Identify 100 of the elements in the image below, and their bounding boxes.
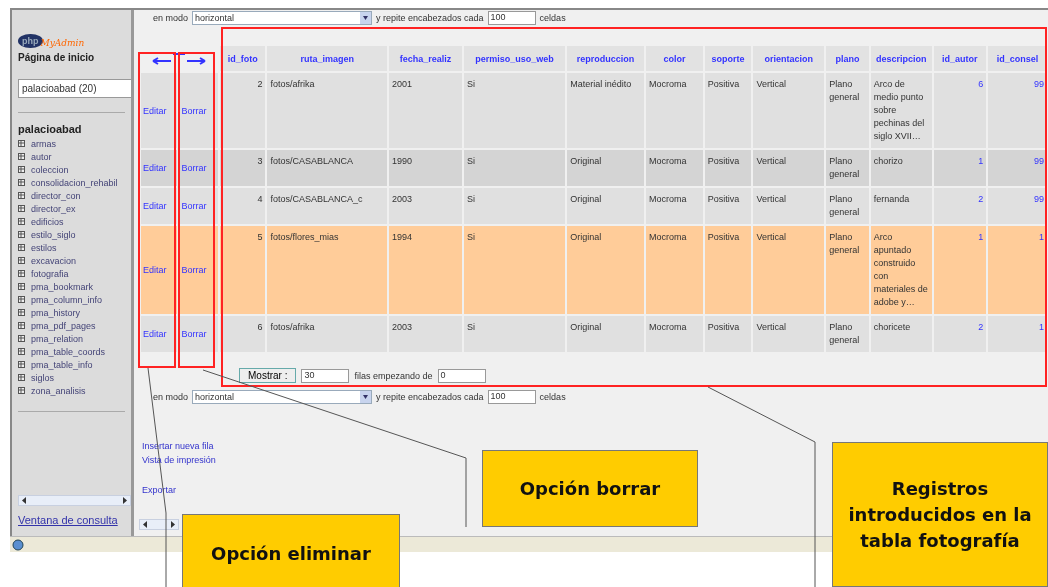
table-link[interactable]: estilo_siglo: [31, 229, 76, 240]
table-cell-link[interactable]: 1: [1039, 322, 1044, 332]
table-cell-link[interactable]: 6: [978, 79, 984, 89]
rows-input[interactable]: 30: [301, 368, 350, 383]
show-button[interactable]: Mostrar :: [239, 368, 297, 383]
table-cell: Positiva: [704, 226, 752, 314]
table-icon[interactable]: [18, 322, 25, 329]
table-icon[interactable]: [18, 166, 25, 173]
table-link[interactable]: director_con: [31, 190, 81, 201]
table-link[interactable]: director_ex: [31, 203, 76, 214]
database-select[interactable]: palacioabad (20): [18, 79, 131, 98]
table-icon[interactable]: [18, 218, 25, 225]
table-link[interactable]: armas: [31, 138, 56, 149]
column-header[interactable]: id_autor: [933, 46, 987, 71]
column-header[interactable]: ruta_imagen: [267, 46, 387, 71]
table-cell: 5: [219, 226, 266, 314]
action-link[interactable]: Insertar nueva fila: [142, 439, 214, 453]
table-icon[interactable]: [18, 374, 25, 381]
table-link[interactable]: siglos: [31, 372, 54, 383]
column-header[interactable]: id_consel: [988, 46, 1047, 71]
table-icon[interactable]: [18, 348, 25, 355]
table-cell-link[interactable]: 99: [1034, 194, 1044, 204]
table-icon[interactable]: [18, 153, 25, 160]
column-header[interactable]: permiso_uso_web: [463, 46, 566, 71]
table-cell-link[interactable]: 2: [978, 322, 984, 332]
table-cell: fotos/afrika: [267, 73, 387, 148]
table-cell-link[interactable]: 99: [1034, 79, 1044, 89]
scroll-right-icon[interactable]: [170, 521, 176, 528]
column-header[interactable]: reproduccion: [567, 46, 645, 71]
home-page-title[interactable]: Página de inicio: [18, 52, 131, 63]
table-icon[interactable]: [18, 361, 25, 368]
table-icon[interactable]: [18, 179, 25, 186]
table-cell: Plano general: [826, 226, 869, 314]
table-icon[interactable]: [18, 335, 25, 342]
column-header[interactable]: orientacion: [753, 46, 825, 71]
table-icon[interactable]: [18, 309, 25, 316]
scroll-right-icon[interactable]: [122, 497, 128, 504]
column-header[interactable]: descripcion: [870, 46, 932, 71]
table-cell-link[interactable]: 99: [1034, 156, 1044, 166]
column-header[interactable]: soporte: [704, 46, 752, 71]
start-input[interactable]: 0: [437, 368, 486, 383]
edit-link[interactable]: Editar: [143, 265, 167, 275]
table-icon[interactable]: [18, 283, 25, 290]
table-link[interactable]: excavacion: [31, 255, 77, 266]
mode-select[interactable]: horizontal: [192, 390, 373, 404]
delete-link[interactable]: Borrar: [181, 105, 207, 116]
delete-link[interactable]: Borrar: [181, 265, 207, 275]
table-icon[interactable]: [18, 270, 25, 277]
table-icon[interactable]: [18, 192, 25, 199]
column-header[interactable]: fecha_realiz: [388, 46, 462, 71]
edit-link[interactable]: Editar: [143, 201, 167, 211]
table-cell: Original: [567, 188, 645, 224]
table-cell-link[interactable]: 1: [978, 232, 984, 242]
scroll-left-icon[interactable]: [142, 521, 148, 528]
column-header[interactable]: id_foto: [219, 46, 266, 71]
column-header[interactable]: plano: [826, 46, 869, 71]
column-header[interactable]: color: [646, 46, 703, 71]
table-icon[interactable]: [18, 387, 25, 394]
delete-link[interactable]: Borrar: [181, 329, 207, 339]
table-link[interactable]: pma_history: [31, 307, 81, 318]
delete-link[interactable]: Borrar: [181, 163, 207, 173]
table-link[interactable]: consolidacion_rehabil: [31, 177, 118, 188]
table-cell: Original: [567, 226, 645, 314]
scroll-left-icon[interactable]: [21, 497, 27, 504]
table-link[interactable]: pma_pdf_pages: [31, 320, 96, 331]
table-icon[interactable]: [18, 205, 25, 212]
cells-label: celdas: [539, 392, 566, 402]
table-icon[interactable]: [18, 296, 25, 303]
table-cell-link[interactable]: 1: [978, 156, 984, 166]
table-link[interactable]: edificios: [31, 216, 64, 227]
table-link[interactable]: fotografia: [31, 268, 69, 279]
table-link[interactable]: pma_bookmark: [31, 281, 94, 292]
horizontal-scrollbar[interactable]: [18, 495, 131, 506]
table-cell: Si: [463, 188, 566, 224]
repeat-input[interactable]: 100: [487, 11, 536, 25]
table-link[interactable]: coleccion: [31, 164, 69, 175]
table-link[interactable]: autor: [31, 151, 52, 162]
table-cell-link[interactable]: 2: [978, 194, 984, 204]
edit-link[interactable]: Editar: [143, 105, 167, 116]
table-link[interactable]: pma_column_info: [31, 294, 103, 305]
table-cell: 3: [219, 150, 266, 186]
table-link[interactable]: estilos: [31, 242, 57, 253]
table-icon[interactable]: [18, 140, 25, 147]
table-link[interactable]: pma_relation: [31, 333, 84, 344]
export-link[interactable]: Exportar: [142, 483, 176, 497]
table-icon[interactable]: [18, 244, 25, 251]
table-icon[interactable]: [18, 231, 25, 238]
table-link[interactable]: pma_table_coords: [31, 346, 106, 357]
table-icon[interactable]: [18, 257, 25, 264]
table-cell-link[interactable]: 1: [1039, 232, 1044, 242]
table-cell: fotos/afrika: [267, 316, 387, 352]
repeat-input[interactable]: 100: [487, 390, 536, 404]
edit-link[interactable]: Editar: [143, 329, 167, 339]
query-window-link[interactable]: Ventana de consulta: [18, 514, 131, 526]
mode-select[interactable]: horizontal: [192, 11, 373, 25]
table-link[interactable]: pma_table_info: [31, 359, 93, 370]
delete-link[interactable]: Borrar: [181, 201, 207, 211]
table-link[interactable]: zona_analisis: [31, 385, 86, 396]
horizontal-scrollbar[interactable]: [139, 519, 179, 530]
edit-link[interactable]: Editar: [143, 163, 167, 173]
